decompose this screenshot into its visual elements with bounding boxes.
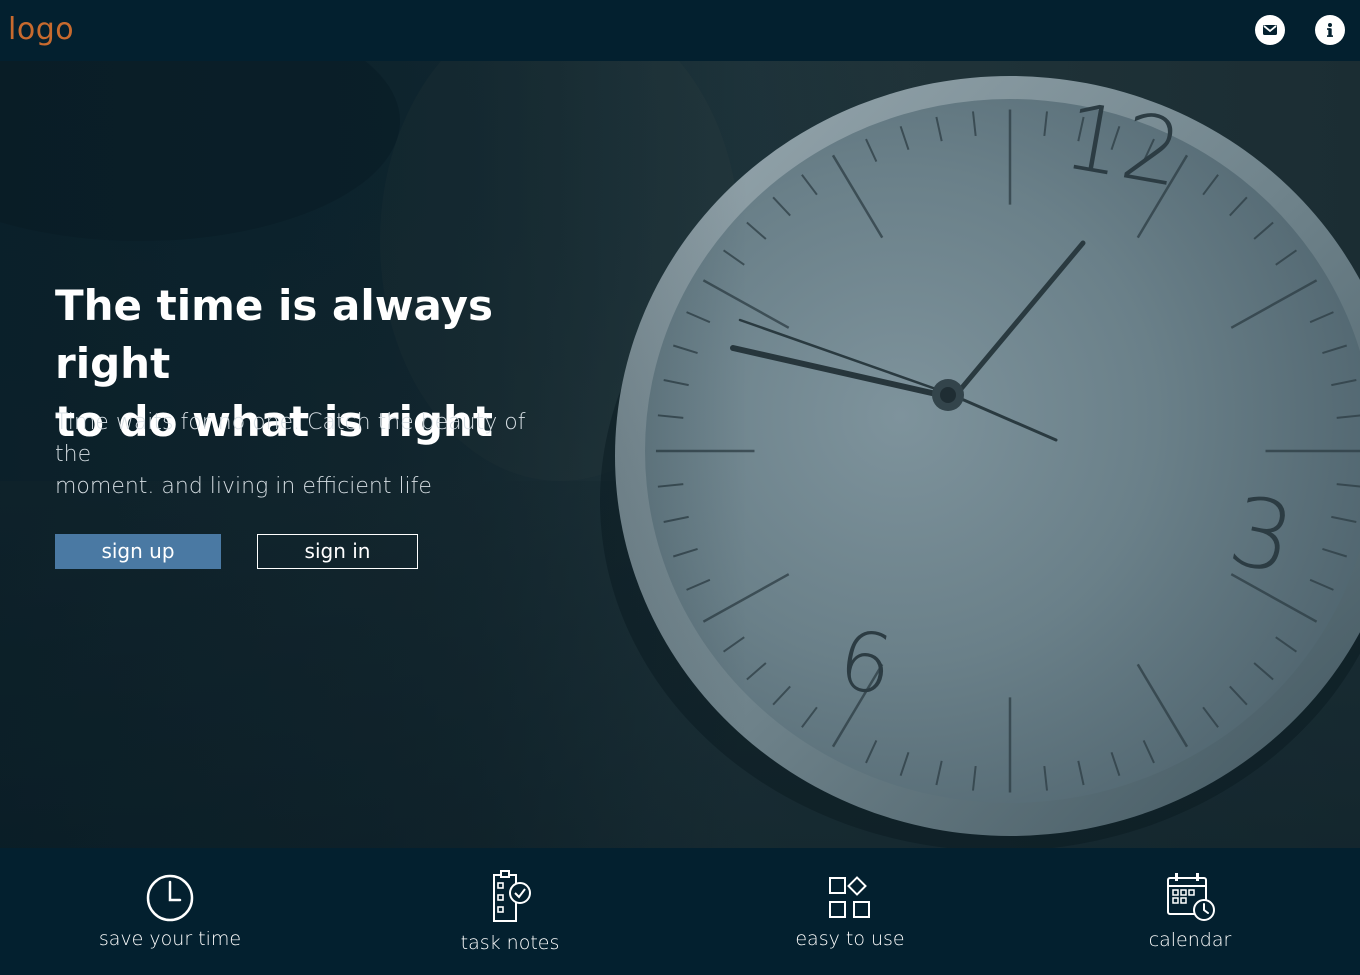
mail-button[interactable] — [1255, 15, 1285, 45]
grid-shapes-icon — [829, 876, 870, 918]
subtext-line-1: Time waits for no one. Catch the beauty … — [55, 410, 526, 467]
features-bar: save your time task notes easy to use ca… — [0, 848, 1360, 975]
hero-subtext: Time waits for no one. Catch the beauty … — [55, 407, 555, 503]
subtext-line-2: moment. and living in efficient life — [55, 474, 432, 499]
logo[interactable]: logo — [8, 12, 74, 48]
info-icon — [1327, 23, 1333, 37]
feature-label: task notes — [460, 932, 560, 954]
feature-label: save your time — [98, 928, 242, 950]
calendar-clock-icon — [1167, 873, 1215, 921]
feature-calendar[interactable]: calendar — [1020, 848, 1360, 975]
feature-label: easy to use — [795, 928, 905, 950]
mail-icon — [1263, 25, 1277, 35]
headline-line-1: The time is always right — [55, 281, 493, 388]
sign-in-button[interactable]: sign in — [257, 534, 418, 569]
clipboard-check-icon — [493, 870, 531, 922]
feature-task-notes[interactable]: task notes — [340, 848, 680, 975]
top-navigation-bar: logo — [0, 0, 1360, 61]
feature-label: calendar — [1148, 929, 1232, 951]
clock-icon — [146, 874, 194, 922]
feature-save-your-time[interactable]: save your time — [0, 848, 340, 975]
info-button[interactable] — [1315, 15, 1345, 45]
feature-easy-to-use[interactable]: easy to use — [680, 848, 1020, 975]
sign-up-button[interactable]: sign up — [55, 534, 221, 569]
hero-section: 12 3 6 The time is always right to do wh… — [0, 61, 1360, 848]
